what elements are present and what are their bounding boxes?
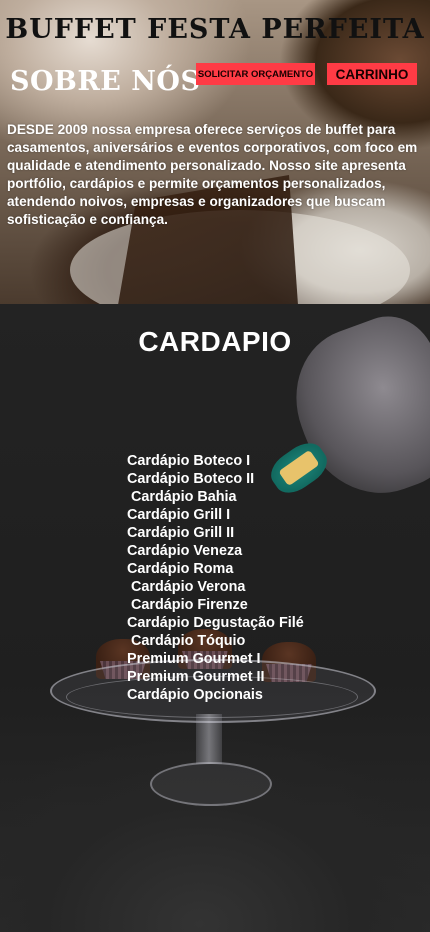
cart-button[interactable]: CARRINHO — [327, 63, 417, 85]
about-section: BUFFET FESTA PERFEITA SOBRE NÓS SOLICITA… — [0, 0, 430, 304]
menu-item[interactable]: Premium Gourmet I — [127, 650, 304, 668]
menu-item[interactable]: Cardápio Roma — [127, 560, 304, 578]
menu-item[interactable]: Premium Gourmet II — [127, 668, 304, 686]
menu-list: Cardápio Boteco I Cardápio Boteco II Car… — [127, 452, 304, 704]
site-title: BUFFET FESTA PERFEITA — [5, 14, 425, 45]
about-text: DESDE 2009 nossa empresa oferece serviço… — [7, 122, 418, 227]
menu-item[interactable]: Cardápio Grill I — [127, 506, 304, 524]
menu-item[interactable]: Cardápio Grill II — [127, 524, 304, 542]
menu-heading: CARDAPIO — [138, 326, 292, 357]
menu-item[interactable]: Cardápio Bahia — [127, 488, 304, 506]
cake-stand-stem — [196, 714, 222, 764]
menu-section: CARDAPIO Cardápio Boteco I Cardápio Bote… — [0, 304, 430, 932]
request-quote-button[interactable]: SOLICITAR ORÇAMENTO — [196, 63, 315, 85]
menu-item[interactable]: Cardápio Opcionais — [127, 686, 304, 704]
menu-item[interactable]: Cardápio Verona — [127, 578, 304, 596]
menu-item[interactable]: Cardápio Veneza — [127, 542, 304, 560]
menu-item[interactable]: Cardápio Boteco I — [127, 452, 304, 470]
menu-item[interactable]: Cardápio Tóquio — [127, 632, 304, 650]
cake-stand-base — [150, 762, 272, 806]
menu-item[interactable]: Cardápio Degustação Filé — [127, 614, 304, 632]
menu-item[interactable]: Cardápio Firenze — [127, 596, 304, 614]
about-heading: SOBRE NÓS — [10, 66, 201, 97]
menu-item[interactable]: Cardápio Boteco II — [127, 470, 304, 488]
